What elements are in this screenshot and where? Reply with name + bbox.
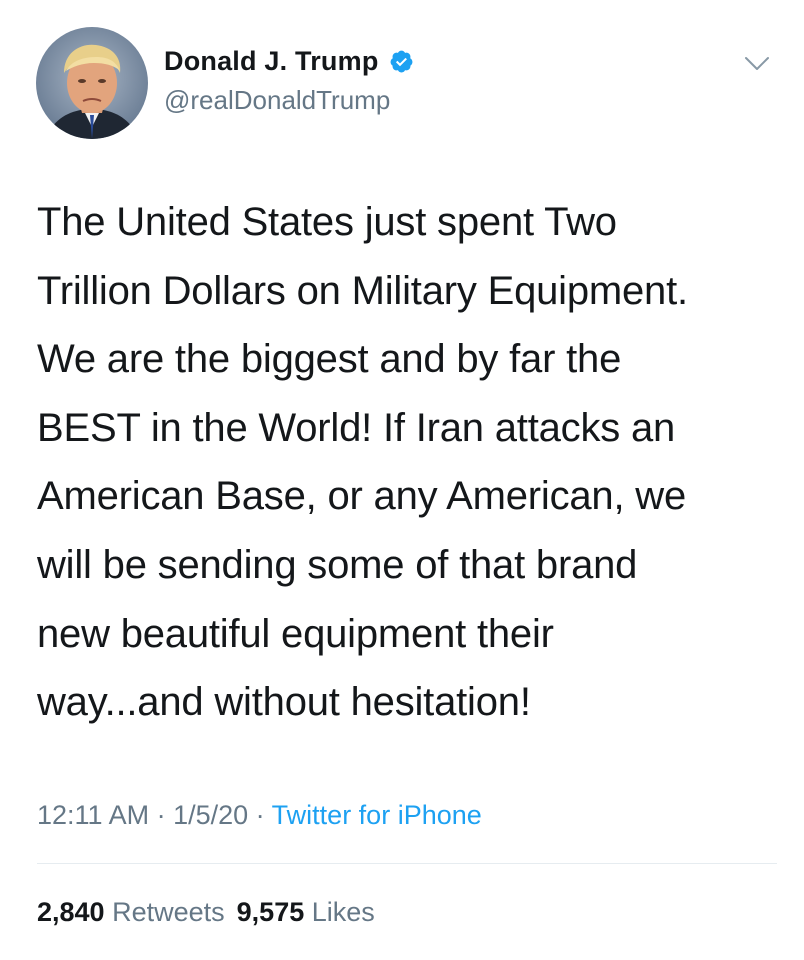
tweet-text-line: The United States just spent Two bbox=[37, 200, 617, 244]
tweet-metadata: 12:11 AM · 1/5/20 · Twitter for iPhone bbox=[37, 800, 482, 831]
meta-separator: · bbox=[149, 800, 174, 830]
profile-photo-icon bbox=[36, 27, 148, 139]
tweet-stats: 2,840 Retweets 9,575 Likes bbox=[37, 897, 375, 928]
author-handle[interactable]: @realDonaldTrump bbox=[164, 85, 414, 116]
likes-count: 9,575 bbox=[236, 897, 305, 927]
tweet-text-line: new beautiful equipment their bbox=[37, 611, 554, 656]
tweet-source-link[interactable]: Twitter for iPhone bbox=[272, 800, 482, 830]
tweet-text-line: Trillion Dollars on Military Equipment. bbox=[37, 268, 688, 313]
tweet-card: Donald J. Trump @realDonaldTrump The Uni… bbox=[0, 0, 804, 960]
retweets-stat[interactable]: 2,840 Retweets bbox=[37, 897, 225, 927]
retweets-count: 2,840 bbox=[37, 897, 105, 927]
verified-badge-icon bbox=[389, 49, 414, 74]
likes-stat[interactable]: 9,575 Likes bbox=[237, 897, 375, 927]
tweet-date[interactable]: 1/5/20 bbox=[173, 800, 248, 830]
author-info: Donald J. Trump @realDonaldTrump bbox=[164, 44, 414, 116]
meta-separator: · bbox=[248, 800, 272, 830]
chevron-down-icon[interactable] bbox=[744, 56, 770, 72]
divider bbox=[37, 863, 777, 864]
avatar[interactable] bbox=[36, 27, 148, 139]
tweet-text-line: American Base, or any American, we bbox=[37, 474, 687, 519]
tweet-time[interactable]: 12:11 AM bbox=[37, 800, 149, 830]
tweet-text-line: will be sending some of that brand bbox=[37, 542, 638, 587]
retweets-label: Retweets bbox=[112, 897, 225, 927]
author-display-name[interactable]: Donald J. Trump bbox=[164, 46, 379, 77]
tweet-text: The United States just spent Two Trillio… bbox=[37, 188, 777, 737]
tweet-text-line: way...and without hesitation! bbox=[37, 680, 531, 725]
likes-label: Likes bbox=[311, 897, 375, 927]
tweet-text-line: BEST in the World! If Iran attacks an bbox=[37, 405, 676, 450]
tweet-text-line: We are the biggest and by far the bbox=[37, 337, 622, 382]
